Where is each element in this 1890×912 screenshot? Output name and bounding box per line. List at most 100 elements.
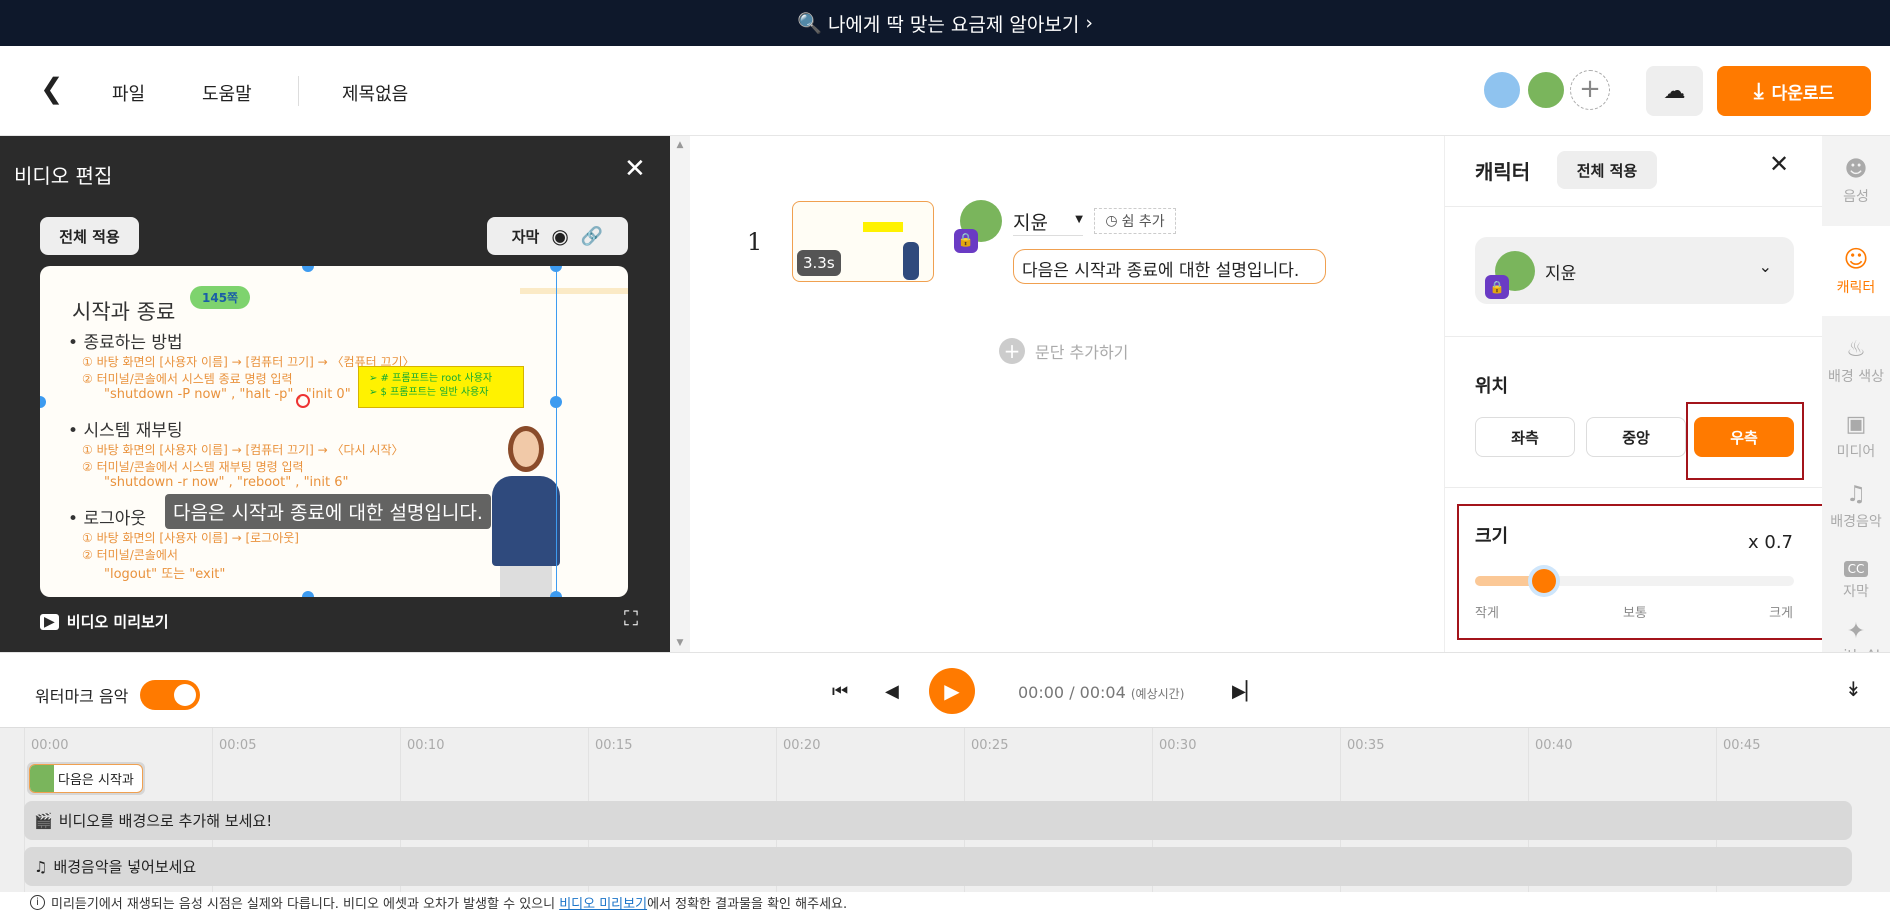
note-scroll: ➢ # 프롬프트는 root 사용자 ➢ $ 프롬프트는 일반 사용자 bbox=[358, 366, 524, 408]
highlight-box bbox=[1457, 504, 1830, 640]
character-name: 지윤 bbox=[1545, 264, 1577, 284]
music-icon: ♫ bbox=[34, 857, 48, 876]
upload-cloud-icon: ☁ bbox=[1663, 78, 1686, 104]
chevron-right-icon: › bbox=[1085, 12, 1093, 34]
panel-title: 비디오 편집 bbox=[14, 164, 113, 188]
resize-handle[interactable] bbox=[40, 396, 46, 408]
scrollbar[interactable]: ▲ ▼ bbox=[670, 136, 690, 652]
rail-character[interactable]: ☺ 캐릭터 bbox=[1822, 226, 1890, 316]
download-label: 다운로드 bbox=[1771, 83, 1835, 104]
timeline: 00:45 00:40 00:35 00:30 00:25 00:20 00:15 00:10… bbox=[0, 728, 1890, 892]
preview-link[interactable]: 비디오 미리보기 bbox=[559, 897, 647, 912]
apply-all-label: 전체 적용 bbox=[59, 227, 120, 246]
fullscreen-icon[interactable]: ⛶ bbox=[624, 606, 638, 630]
avatar[interactable] bbox=[1526, 70, 1566, 110]
slide-section: • 시스템 재부팅 ① 바탕 화면의 [사용자 이름] → [컴퓨터 끄기] →… bbox=[68, 421, 404, 490]
skip-start-icon[interactable]: ⏮ bbox=[832, 681, 848, 702]
timeline-clip[interactable]: 다음은 시작과 bbox=[27, 762, 145, 795]
duration-badge: 3.3s bbox=[797, 250, 841, 276]
resize-handle[interactable] bbox=[302, 591, 314, 597]
step-forward-icon[interactable]: ▶▏ bbox=[1232, 681, 1260, 702]
promo-banner[interactable]: 🔍 나에게 딱 맞는 요금제 알아보기 › bbox=[0, 0, 1890, 46]
clip-text: 다음은 시작과 bbox=[58, 773, 134, 788]
watermark-label: 워터마크 음악 bbox=[35, 687, 129, 706]
decor-bar bbox=[520, 288, 628, 294]
resize-handle[interactable] bbox=[302, 266, 314, 272]
lock-icon: 🔒 bbox=[954, 229, 978, 253]
character-icon: ☺ bbox=[1843, 245, 1869, 273]
add-paragraph-button[interactable]: + 문단 추가하기 bbox=[999, 338, 1128, 364]
project-title[interactable]: 제목없음 bbox=[342, 80, 408, 106]
add-user-icon[interactable]: + bbox=[1570, 70, 1610, 110]
position-center-button[interactable]: 중앙 bbox=[1586, 417, 1686, 457]
rail-voice[interactable]: ☻ 음성 bbox=[1822, 136, 1890, 226]
info-icon: i bbox=[30, 895, 45, 910]
subtitle-caption: 다음은 시작과 종료에 대한 설명입니다. bbox=[165, 494, 491, 529]
scene-number: 1 bbox=[747, 228, 763, 256]
preview-label-row[interactable]: ▶ 비디오 미리보기 bbox=[40, 611, 169, 632]
ai-wand-icon: ✦ bbox=[1846, 618, 1866, 644]
media-icon: ▣ bbox=[1845, 411, 1867, 437]
slide-title: 시작과 종료 bbox=[72, 300, 176, 324]
paint-bucket-icon: ♨ bbox=[1846, 336, 1866, 362]
add-pause-button[interactable]: ◷ 쉼 추가 bbox=[1094, 208, 1176, 234]
scene-thumbnail[interactable]: 3.3s bbox=[792, 201, 934, 282]
plus-circle-icon: + bbox=[999, 338, 1025, 364]
close-icon[interactable]: ✕ bbox=[624, 154, 646, 184]
download-icon: ⤓ bbox=[1753, 78, 1764, 104]
apply-all-button[interactable]: 전체 적용 bbox=[1557, 151, 1657, 189]
chevron-down-icon: ⌄ bbox=[1758, 257, 1772, 276]
collapse-icon[interactable]: ↡ bbox=[1845, 677, 1862, 701]
upload-button[interactable]: ☁ bbox=[1646, 66, 1703, 116]
play-button[interactable]: ▶ bbox=[929, 668, 975, 714]
caret-down-icon: ▼ bbox=[1075, 214, 1083, 225]
clapper-icon: 🎬 bbox=[34, 811, 53, 830]
timer-icon: ◷ bbox=[1105, 213, 1118, 229]
time-display: 00:00 / 00:04 (예상시간) bbox=[1018, 683, 1185, 702]
position-left-button[interactable]: 좌측 bbox=[1475, 417, 1575, 457]
promo-text: 나에게 딱 맞는 요금제 알아보기 bbox=[827, 13, 1080, 36]
clip-avatar bbox=[30, 765, 54, 792]
page-badge: 145쪽 bbox=[190, 286, 251, 309]
pointer-marker bbox=[296, 394, 310, 408]
preview-label: 비디오 미리보기 bbox=[66, 613, 169, 631]
avatar[interactable] bbox=[1482, 70, 1522, 110]
back-arrow-icon[interactable]: ❮ bbox=[40, 72, 63, 105]
resize-handle[interactable] bbox=[550, 266, 562, 272]
menu-file[interactable]: 파일 bbox=[112, 80, 145, 106]
apply-all-label: 전체 적용 bbox=[1576, 161, 1638, 180]
character-dropdown[interactable]: 🔒 지윤 ⌄ bbox=[1475, 237, 1794, 304]
resize-handle[interactable] bbox=[550, 396, 562, 408]
divider bbox=[298, 76, 299, 106]
step-back-icon[interactable]: ◀ bbox=[885, 681, 899, 702]
panel-title: 캐릭터 bbox=[1475, 160, 1531, 184]
menu-help[interactable]: 도움말 bbox=[202, 80, 252, 106]
link-icon[interactable]: 🔗 bbox=[581, 226, 603, 247]
resize-handle[interactable] bbox=[550, 591, 562, 597]
eye-icon[interactable]: ◉ bbox=[551, 224, 568, 248]
speaker-select[interactable]: 지윤 ▼ bbox=[1013, 208, 1083, 236]
script-editor: 1 3.3s 🔒 지윤 ▼ ◷ 쉼 추가 다음은 시작과 종료에 대한 설명입니다.… bbox=[690, 136, 1444, 652]
highlight-box bbox=[1686, 402, 1804, 480]
subtitle-controls: 자막 ◉ 🔗 bbox=[487, 217, 628, 255]
music-track[interactable]: ♫ 배경음악을 넣어보세요 bbox=[24, 847, 1852, 886]
search-icon: 🔍 bbox=[797, 11, 822, 35]
voice-icon: ☻ bbox=[1844, 156, 1868, 182]
music-icon: ♫ bbox=[1846, 481, 1866, 507]
selection-line bbox=[556, 266, 557, 597]
position-label: 위치 bbox=[1475, 376, 1509, 397]
playback-bar: 워터마크 음악 ⏮ ◀ ▶ 00:00 / 00:04 (예상시간) ▶▏ ↡ bbox=[0, 652, 1890, 728]
video-track[interactable]: 🎬 비디오를 배경으로 추가해 보세요! bbox=[24, 801, 1852, 840]
pause-label: 쉼 추가 bbox=[1121, 214, 1165, 230]
tool-rail: ☻음성 ☺캐릭터 ♨배경 색상 ▣미디어 ♫배경음악 CC자막 ✦with AI bbox=[1822, 136, 1890, 664]
close-icon[interactable]: ✕ bbox=[1769, 150, 1789, 178]
script-text[interactable]: 다음은 시작과 종료에 대한 설명입니다. bbox=[1013, 249, 1326, 284]
lock-icon: 🔒 bbox=[1485, 275, 1509, 299]
download-button[interactable]: ⤓ 다운로드 bbox=[1717, 66, 1871, 116]
watermark-toggle[interactable] bbox=[140, 680, 200, 710]
footnote: i 미리듣기에서 재생되는 음성 시점은 실제와 다릅니다. 비디오 에셋과 오… bbox=[30, 893, 847, 912]
add-paragraph-label: 문단 추가하기 bbox=[1035, 343, 1129, 362]
apply-all-button[interactable]: 전체 적용 bbox=[40, 217, 139, 255]
slide-preview[interactable]: 시작과 종료 145쪽 • 종료하는 방법 ① 바탕 화면의 [사용자 이름] … bbox=[40, 266, 628, 597]
video-play-icon: ▶ bbox=[40, 613, 59, 630]
